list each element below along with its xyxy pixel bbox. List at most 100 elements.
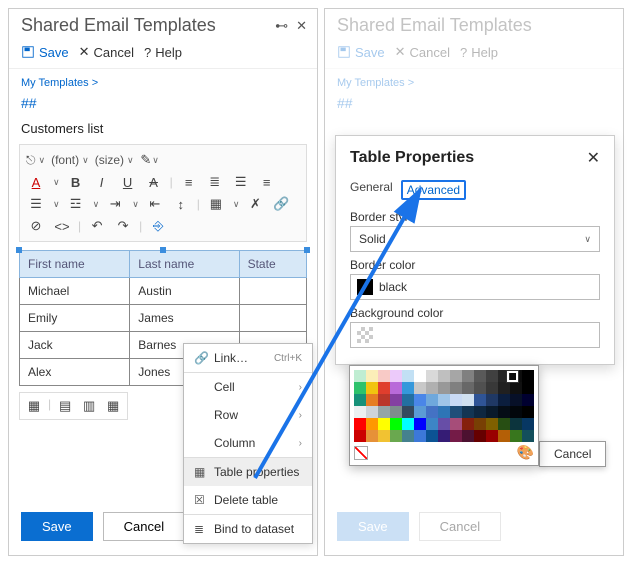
table-cell[interactable] xyxy=(239,278,306,305)
table-op-2[interactable]: ▤ xyxy=(55,397,75,415)
redo-button[interactable]: ↷ xyxy=(113,217,133,235)
help-button-right[interactable]: ?Help xyxy=(460,45,498,60)
table-header[interactable]: Last name xyxy=(130,251,239,278)
color-swatch[interactable] xyxy=(366,430,378,442)
ctx-delete-table[interactable]: ☒Delete table xyxy=(184,486,312,514)
table-cell[interactable]: James xyxy=(130,305,239,332)
indent-button[interactable]: ⇥ xyxy=(105,195,125,213)
ctx-table-properties[interactable]: ▦Table properties xyxy=(184,458,312,486)
breadcrumb[interactable]: My Templates > xyxy=(9,69,317,91)
color-swatch[interactable] xyxy=(498,418,510,430)
border-color-input[interactable]: black xyxy=(350,274,600,300)
custom-color-icon[interactable]: 🎨 xyxy=(517,444,534,461)
color-swatch[interactable] xyxy=(414,430,426,442)
underline-button[interactable]: U xyxy=(118,173,138,191)
bottom-cancel-button[interactable]: Cancel xyxy=(103,512,185,541)
color-swatch[interactable] xyxy=(414,370,426,382)
insert-button[interactable]: ⎆ xyxy=(148,217,168,235)
remove-button[interactable]: ⊘ xyxy=(26,217,46,235)
color-swatch[interactable] xyxy=(462,418,474,430)
color-swatch[interactable] xyxy=(462,394,474,406)
color-swatch[interactable] xyxy=(402,430,414,442)
color-swatch[interactable] xyxy=(354,430,366,442)
color-swatch[interactable] xyxy=(510,430,522,442)
color-swatch[interactable] xyxy=(486,418,498,430)
color-swatch[interactable] xyxy=(462,382,474,394)
table-cell[interactable]: Austin xyxy=(130,278,239,305)
bullet-list-button[interactable]: ☰ xyxy=(26,195,46,213)
color-swatch[interactable] xyxy=(366,418,378,430)
tab-advanced[interactable]: Advanced xyxy=(401,180,466,200)
color-swatch[interactable] xyxy=(414,406,426,418)
color-swatch[interactable] xyxy=(498,382,510,394)
color-swatch[interactable] xyxy=(474,418,486,430)
color-swatch[interactable] xyxy=(378,394,390,406)
color-swatch[interactable] xyxy=(486,370,498,382)
table-row[interactable]: MichaelAustin xyxy=(20,278,307,305)
table-header[interactable]: State xyxy=(239,251,306,278)
line-height-button[interactable]: ↕ xyxy=(171,195,191,213)
color-swatch[interactable] xyxy=(438,370,450,382)
color-swatch[interactable] xyxy=(510,418,522,430)
heading-select[interactable]: ⎋∨ xyxy=(26,153,45,168)
color-swatch[interactable] xyxy=(450,430,462,442)
undo-button[interactable]: ↶ xyxy=(87,217,107,235)
color-swatch[interactable] xyxy=(426,406,438,418)
breadcrumb-right[interactable]: My Templates > xyxy=(325,69,623,91)
align-right-button[interactable]: ☰ xyxy=(231,173,251,191)
color-swatch[interactable] xyxy=(474,394,486,406)
align-center-button[interactable]: ≣ xyxy=(205,173,225,191)
bg-color-input[interactable] xyxy=(350,322,600,348)
color-swatch[interactable] xyxy=(474,382,486,394)
bottom-save-right[interactable]: Save xyxy=(337,512,409,541)
color-swatch[interactable] xyxy=(522,370,534,382)
highlight-button[interactable]: ✎∨ xyxy=(140,151,160,169)
color-swatch[interactable] xyxy=(366,406,378,418)
table-op-3[interactable]: ▥ xyxy=(79,397,99,415)
ctx-link[interactable]: 🔗Link… Ctrl+K xyxy=(184,344,312,372)
strike-button[interactable]: A xyxy=(144,173,164,191)
color-swatch[interactable] xyxy=(426,382,438,394)
bottom-cancel-right[interactable]: Cancel xyxy=(419,512,501,541)
table-row[interactable]: EmilyJames xyxy=(20,305,307,332)
table-header[interactable]: First name xyxy=(20,251,130,278)
color-swatch[interactable] xyxy=(474,430,486,442)
color-swatch[interactable] xyxy=(450,382,462,394)
color-swatch[interactable] xyxy=(414,394,426,406)
color-swatch[interactable] xyxy=(390,418,402,430)
color-swatch[interactable] xyxy=(354,370,366,382)
italic-button[interactable]: I xyxy=(92,173,112,191)
color-swatch[interactable] xyxy=(426,418,438,430)
color-swatch[interactable] xyxy=(486,406,498,418)
tab-general[interactable]: General xyxy=(350,180,393,200)
table-cell[interactable]: Emily xyxy=(20,305,130,332)
color-swatch[interactable] xyxy=(462,370,474,382)
color-swatch[interactable] xyxy=(486,394,498,406)
color-swatch[interactable] xyxy=(402,406,414,418)
outdent-button[interactable]: ⇤ xyxy=(145,195,165,213)
color-swatch[interactable] xyxy=(522,418,534,430)
color-swatch[interactable] xyxy=(522,394,534,406)
align-justify-button[interactable]: ≡ xyxy=(257,173,277,191)
color-swatch[interactable] xyxy=(474,406,486,418)
color-swatch[interactable] xyxy=(354,394,366,406)
color-swatch[interactable] xyxy=(426,430,438,442)
color-swatch[interactable] xyxy=(426,394,438,406)
color-swatch[interactable] xyxy=(438,418,450,430)
font-color-button[interactable]: A xyxy=(26,173,46,191)
color-swatch[interactable] xyxy=(462,430,474,442)
source-button[interactable]: <> xyxy=(52,217,72,235)
cancel-button-right[interactable]: ✕Cancel xyxy=(395,44,450,60)
color-swatch[interactable] xyxy=(498,406,510,418)
ctx-row[interactable]: Row› xyxy=(184,401,312,429)
color-swatch[interactable] xyxy=(438,394,450,406)
color-swatch[interactable] xyxy=(378,430,390,442)
color-swatch[interactable] xyxy=(450,370,462,382)
table-button[interactable]: ▦ xyxy=(206,195,226,213)
table-cell[interactable] xyxy=(239,305,306,332)
table-op-4[interactable]: ▦ xyxy=(103,397,123,415)
color-swatch[interactable] xyxy=(378,382,390,394)
color-swatch[interactable] xyxy=(498,430,510,442)
color-swatch[interactable] xyxy=(402,370,414,382)
color-swatch[interactable] xyxy=(378,418,390,430)
